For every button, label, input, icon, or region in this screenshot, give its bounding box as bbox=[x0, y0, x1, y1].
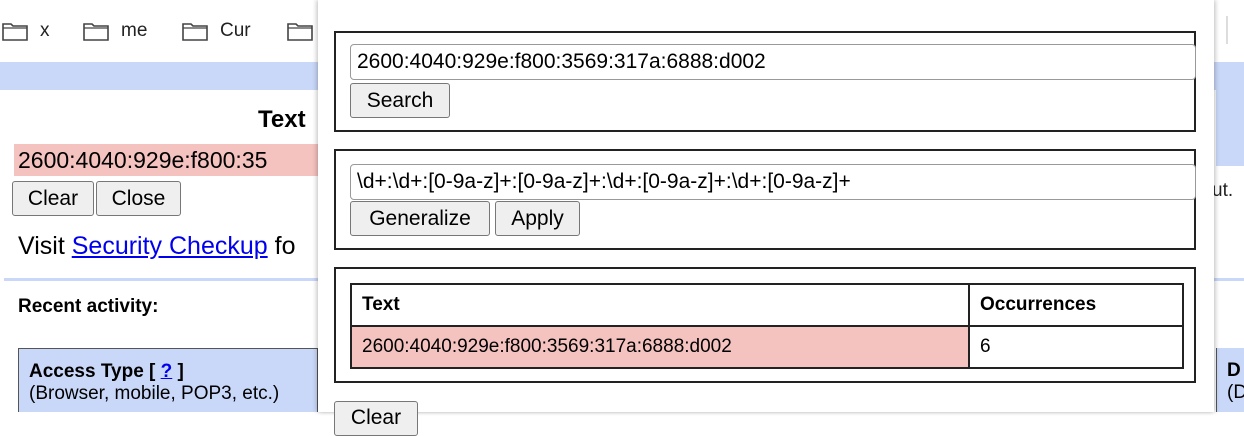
folder-icon bbox=[2, 23, 28, 41]
cut-text: ut. bbox=[1212, 180, 1234, 201]
bookmark-label: Cur bbox=[220, 20, 251, 41]
col-occurrences-header: Occurrences bbox=[968, 283, 1184, 327]
pattern-input[interactable]: \d+:\d+:[0-9a-z]+:[0-9a-z]+:\d+:[0-9a-z]… bbox=[350, 164, 1196, 200]
apply-button[interactable]: Apply bbox=[495, 201, 580, 236]
access-type-label: Access Type [ bbox=[29, 361, 161, 382]
bookmark-me[interactable]: me bbox=[83, 18, 147, 44]
search-input[interactable]: 2600:4040:929e:f800:3569:317a:6888:d002 bbox=[350, 44, 1196, 80]
row-occurrences: 6 bbox=[968, 325, 1184, 369]
results-panel: Text Occurrences 2600:4040:929e:f800:356… bbox=[334, 267, 1196, 383]
search-panel: 2600:4040:929e:f800:3569:317a:6888:d002 … bbox=[334, 31, 1196, 132]
row-text: 2600:4040:929e:f800:3569:317a:6888:d002 bbox=[350, 325, 970, 369]
clear-button[interactable]: Clear bbox=[12, 181, 94, 216]
access-type-desc: (Browser, mobile, POP3, etc.) bbox=[29, 383, 280, 404]
folder-icon bbox=[287, 23, 313, 41]
col-text-header: Text bbox=[350, 283, 970, 327]
bookmark-label: x bbox=[40, 20, 50, 41]
recent-activity-label: Recent activity: bbox=[18, 296, 159, 317]
access-type-bracket: ] bbox=[172, 361, 184, 382]
popup-clear-button[interactable]: Clear bbox=[334, 401, 418, 436]
bookmark-cur[interactable]: Cur bbox=[182, 18, 251, 44]
visit-suffix: fo bbox=[267, 232, 296, 260]
access-type-title: Access Type [ ? ] bbox=[29, 361, 307, 383]
toolbar-divider bbox=[1226, 16, 1228, 44]
results-table: Text Occurrences 2600:4040:929e:f800:356… bbox=[350, 283, 1184, 369]
column-header-sub: (D bbox=[1227, 382, 1244, 403]
bookmark-label: me bbox=[121, 20, 148, 41]
security-checkup-link[interactable]: Security Checkup bbox=[72, 232, 268, 260]
access-type-help-link[interactable]: ? bbox=[161, 361, 173, 382]
table-header-row: Text Occurrences bbox=[350, 283, 1184, 327]
generalize-button[interactable]: Generalize bbox=[350, 201, 490, 236]
bookmark-x[interactable]: x bbox=[2, 18, 50, 44]
column-header-cut: D (D bbox=[1216, 348, 1244, 412]
pattern-panel: \d+:\d+:[0-9a-z]+:[0-9a-z]+:\d+:[0-9a-z]… bbox=[334, 149, 1196, 250]
close-button[interactable]: Close bbox=[96, 181, 181, 216]
visit-prefix: Visit bbox=[18, 232, 72, 260]
table-row[interactable]: 2600:4040:929e:f800:3569:317a:6888:d002 … bbox=[350, 325, 1184, 369]
access-type-header: Access Type [ ? ] (Browser, mobile, POP3… bbox=[18, 348, 318, 412]
search-popup: 2600:4040:929e:f800:3569:317a:6888:d002 … bbox=[318, 0, 1214, 436]
highlighted-ip: 2600:4040:929e:f800:35 bbox=[14, 144, 318, 176]
search-button[interactable]: Search bbox=[350, 83, 450, 118]
page-heading: Text bbox=[258, 106, 306, 133]
visit-line: Visit Security Checkup fo bbox=[18, 232, 295, 261]
column-header-label: D bbox=[1227, 360, 1241, 381]
divider bbox=[1214, 278, 1244, 281]
folder-icon bbox=[83, 23, 109, 41]
side-band bbox=[1216, 62, 1244, 166]
folder-icon bbox=[182, 23, 208, 41]
divider bbox=[4, 278, 318, 281]
